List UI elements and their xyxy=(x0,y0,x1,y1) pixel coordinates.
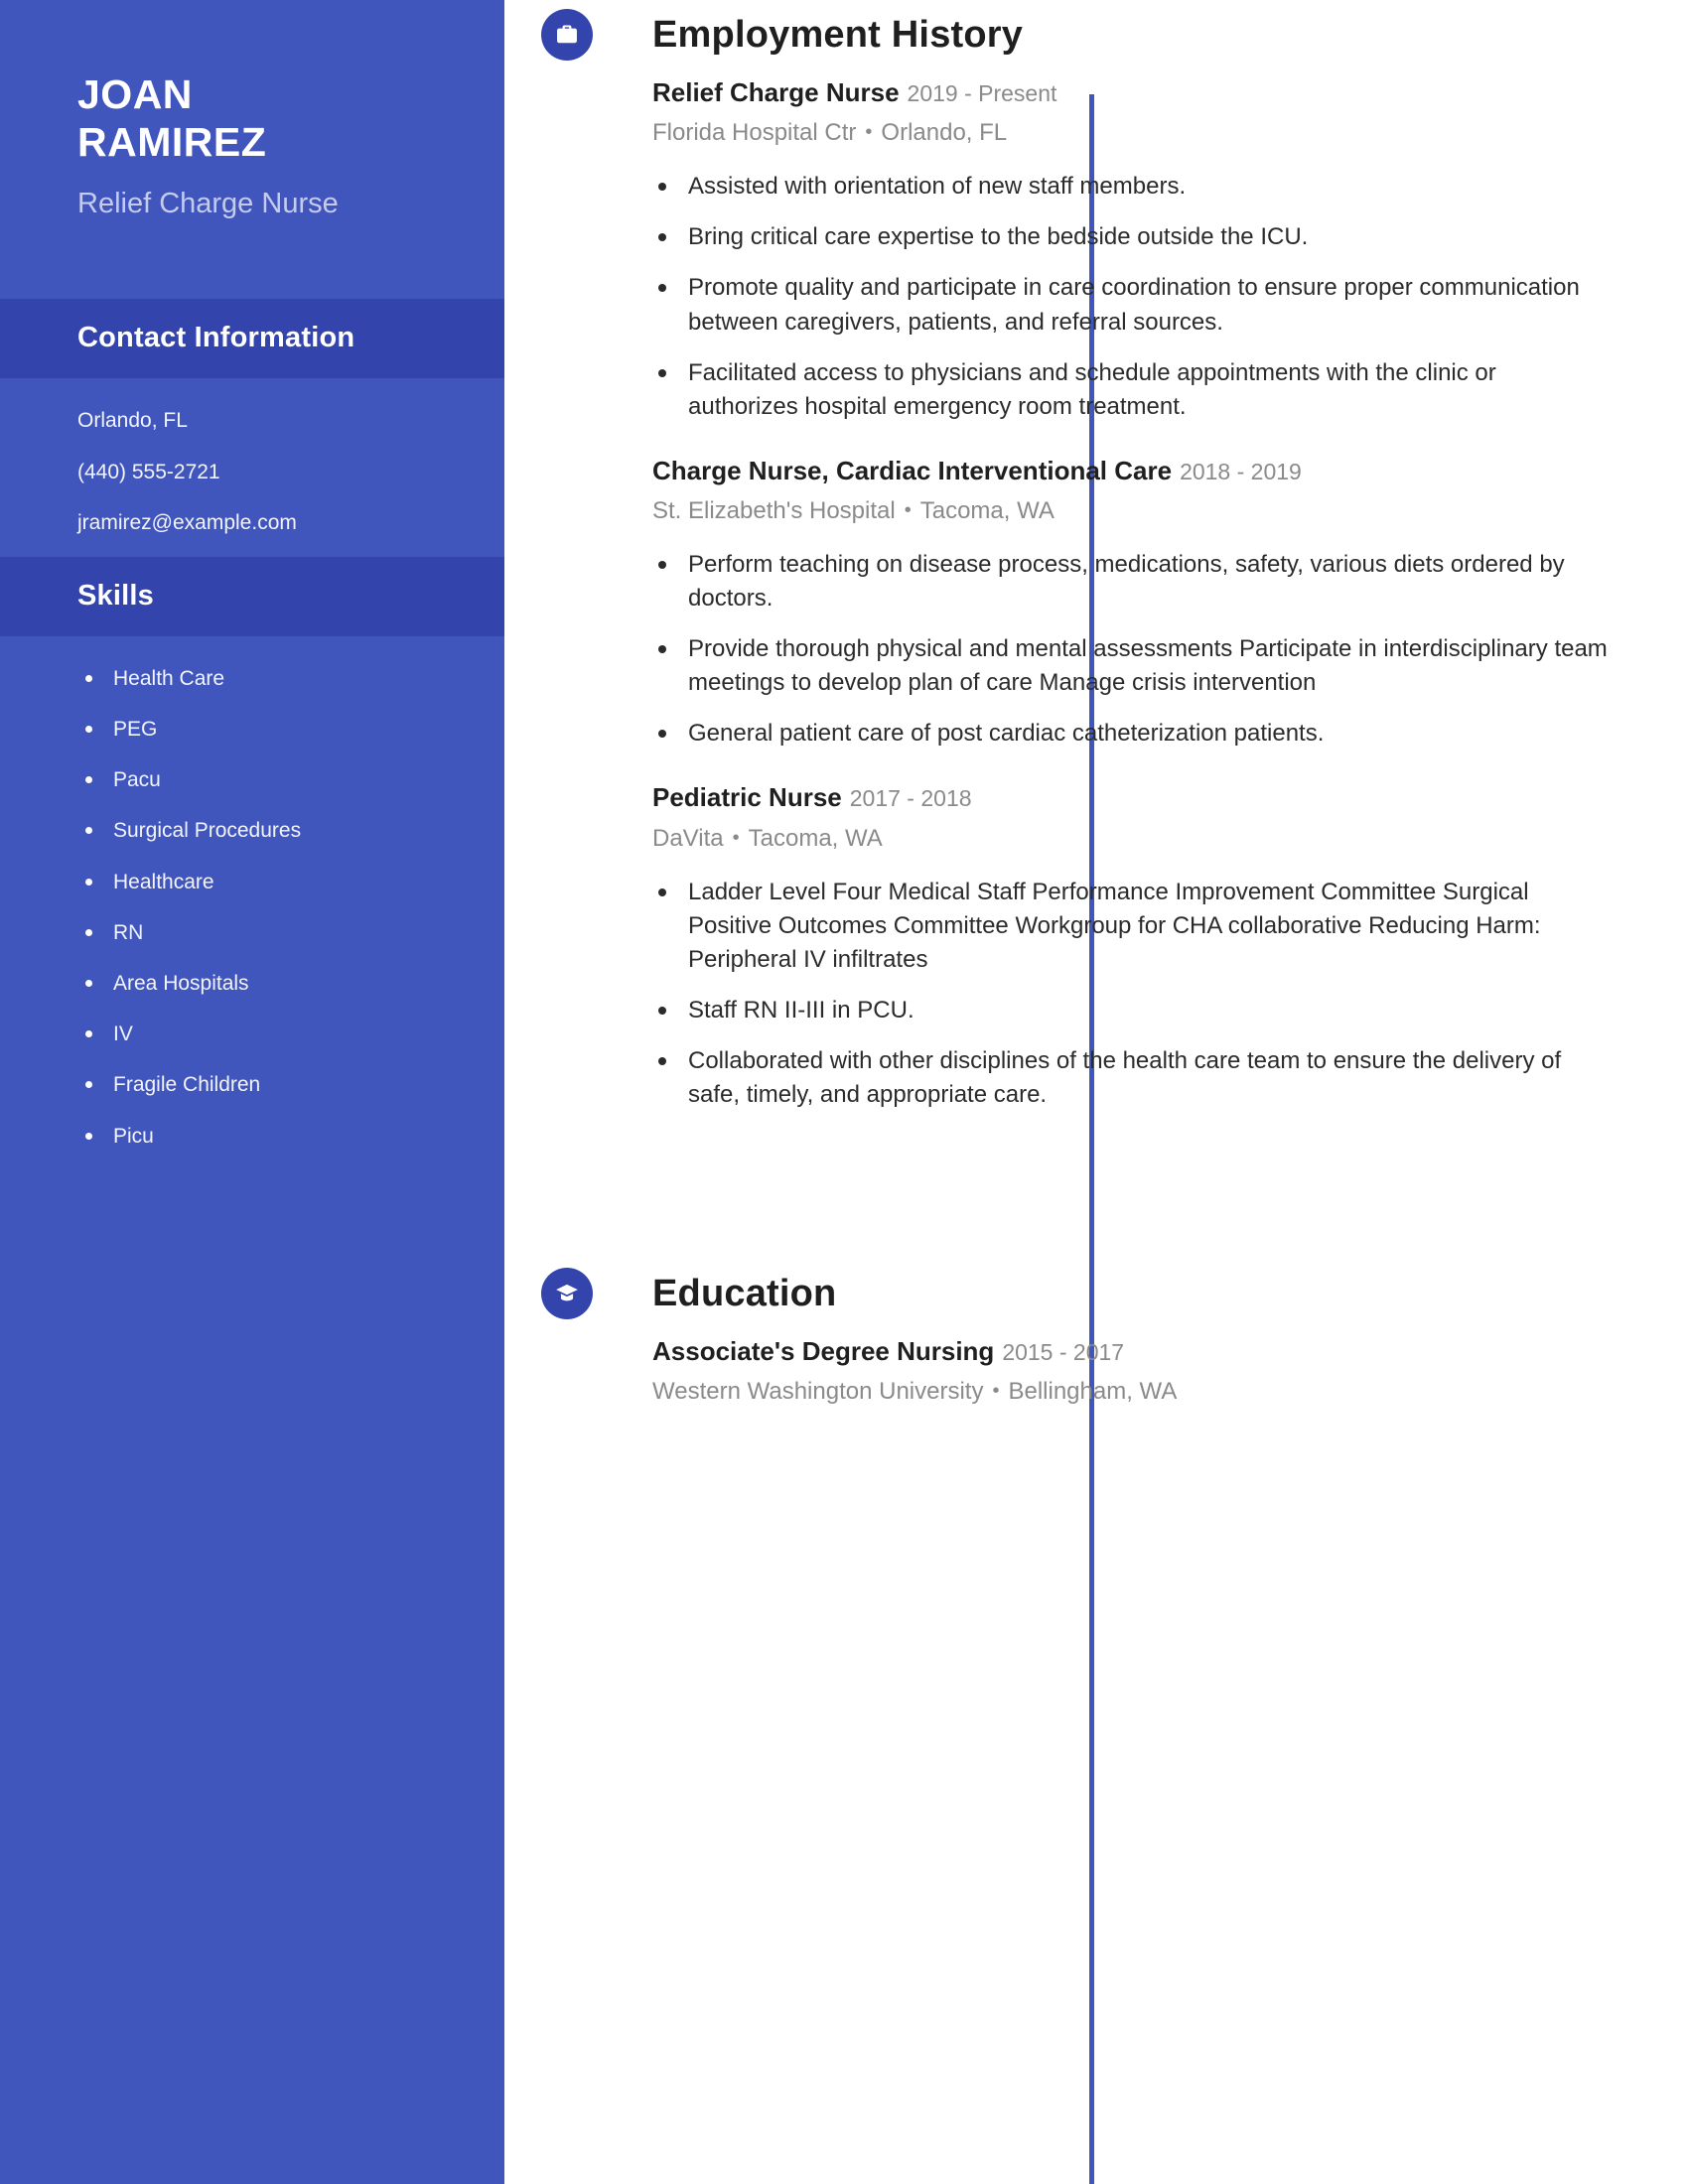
education-entry-school: Western Washington University xyxy=(652,1378,984,1406)
contact-location: Orlando, FL xyxy=(77,409,188,433)
employment-entry-title-row: Pediatric Nurse 2017 - 2018 xyxy=(652,780,1688,815)
employment-entry-company: DaVita xyxy=(652,824,724,852)
skill-item: IV xyxy=(81,1022,427,1046)
employment-entry-bullets: Ladder Level Four Medical Staff Performa… xyxy=(652,876,1688,1112)
last-name: RAMIREZ xyxy=(77,118,267,165)
education-entries: Associate's Degree Nursing 2015 - 2017 We… xyxy=(652,1334,1688,1407)
education-entry-location: Bellingham, WA xyxy=(1008,1378,1178,1406)
graduation-cap-icon xyxy=(541,1268,593,1320)
bullet-item: Provide thorough physical and mental ass… xyxy=(652,632,1611,700)
headline-job-title: Relief Charge Nurse xyxy=(77,188,339,220)
bullet-item: Promote quality and participate in care … xyxy=(652,271,1611,339)
employment-entry-company: Florida Hospital Ctr xyxy=(652,119,857,147)
employment-entry-dates: 2018 - 2019 xyxy=(1180,458,1302,484)
employment-entry-subtitle: St. Elizabeth's Hospital • Tacoma, WA xyxy=(652,495,1688,526)
separator-dot: • xyxy=(992,1380,1000,1403)
education-entry-subtitle: Western Washington University • Bellingham… xyxy=(652,1376,1688,1407)
employment-entry: Relief Charge Nurse 2019 - Present Florid… xyxy=(652,75,1688,424)
employment-entry-location: Tacoma, WA xyxy=(919,496,1055,524)
skill-item: Fragile Children xyxy=(81,1072,427,1097)
skill-item: Pacu xyxy=(81,767,427,792)
employment-heading: Employment History xyxy=(652,13,1024,56)
bullet-item: Perform teaching on disease process, med… xyxy=(652,548,1611,615)
bullet-item: Collaborated with other disciplines of t… xyxy=(652,1044,1611,1112)
employment-history-section: Employment History Relief Charge Nurse 20… xyxy=(541,0,1688,1112)
employment-entry-title: Pediatric Nurse xyxy=(652,782,842,813)
education-section-header: Education xyxy=(541,1259,1688,1328)
contact-phone[interactable]: (440) 555-2721 xyxy=(77,460,427,484)
skill-item: RN xyxy=(81,920,427,945)
education-entry: Associate's Degree Nursing 2015 - 2017 We… xyxy=(652,1334,1688,1407)
employment-entry-company: St. Elizabeth's Hospital xyxy=(652,496,896,524)
employment-entry: Charge Nurse, Cardiac Interventional Car… xyxy=(652,454,1688,751)
skills-heading: Skills xyxy=(77,579,154,612)
employment-entry-location: Tacoma, WA xyxy=(748,824,883,852)
separator-dot: • xyxy=(865,121,873,144)
main-content: Employment History Relief Charge Nurse 20… xyxy=(504,0,1688,2184)
briefcase-icon xyxy=(541,9,593,61)
contact-section-header: Contact Information xyxy=(0,299,504,379)
education-section: Education Associate's Degree Nursing 2015… xyxy=(541,1259,1688,1407)
skill-item: Area Hospitals xyxy=(81,971,427,996)
education-entry-title-row: Associate's Degree Nursing 2015 - 2017 xyxy=(652,1334,1688,1369)
employment-entry-title-row: Charge Nurse, Cardiac Interventional Car… xyxy=(652,454,1688,488)
bullet-item: Facilitated access to physicians and sch… xyxy=(652,356,1611,424)
contact-list: Orlando, FL (440) 555-2721 jramirez@exam… xyxy=(0,378,504,557)
skills-list: Health Care PEG Pacu Surgical Procedures… xyxy=(0,636,504,1149)
contact-heading: Contact Information xyxy=(77,322,355,354)
employment-entry-subtitle: Florida Hospital Ctr • Orlando, FL xyxy=(652,117,1688,148)
employment-section-header: Employment History xyxy=(541,0,1688,69)
separator-dot: • xyxy=(732,826,740,849)
skill-item: Picu xyxy=(81,1124,427,1149)
employment-entry-dates: 2019 - Present xyxy=(907,80,1057,106)
first-name: JOAN xyxy=(77,71,193,117)
employment-entry-bullets: Perform teaching on disease process, med… xyxy=(652,548,1688,751)
employment-entries: Relief Charge Nurse 2019 - Present Florid… xyxy=(652,75,1688,1112)
employment-entry-dates: 2017 - 2018 xyxy=(849,785,972,812)
resume-document: JOAN RAMIREZ Relief Charge Nurse Contact… xyxy=(0,0,1688,2184)
skill-item: Surgical Procedures xyxy=(81,818,427,843)
education-heading: Education xyxy=(652,1272,837,1314)
skill-item: Health Care xyxy=(81,666,427,691)
employment-entry-subtitle: DaVita • Tacoma, WA xyxy=(652,823,1688,854)
separator-dot: • xyxy=(904,498,912,521)
employment-entry-title: Relief Charge Nurse xyxy=(652,77,900,107)
bullet-item: Assisted with orientation of new staff m… xyxy=(652,170,1611,204)
skill-item: Healthcare xyxy=(81,870,427,894)
contact-email[interactable]: jramirez@example.com xyxy=(77,510,427,535)
employment-entry-title: Charge Nurse, Cardiac Interventional Car… xyxy=(652,455,1173,485)
education-entry-dates: 2015 - 2017 xyxy=(1002,1339,1125,1366)
bullet-item: Ladder Level Four Medical Staff Performa… xyxy=(652,876,1611,977)
skill-item: PEG xyxy=(81,717,427,742)
skills-section-header: Skills xyxy=(0,556,504,636)
employment-entry-location: Orlando, FL xyxy=(881,119,1008,147)
bullet-item: Staff RN II-III in PCU. xyxy=(652,994,1611,1027)
employment-entry-bullets: Assisted with orientation of new staff m… xyxy=(652,170,1688,423)
bullet-item: General patient care of post cardiac cat… xyxy=(652,717,1611,751)
employment-entry-title-row: Relief Charge Nurse 2019 - Present xyxy=(652,75,1688,110)
name-block: JOAN RAMIREZ Relief Charge Nurse xyxy=(0,0,504,221)
employment-entry: Pediatric Nurse 2017 - 2018 DaVita • Tacoma… xyxy=(652,780,1688,1112)
bullet-item: Bring critical care expertise to the bed… xyxy=(652,220,1611,254)
education-entry-title: Associate's Degree Nursing xyxy=(652,1336,995,1367)
sidebar: JOAN RAMIREZ Relief Charge Nurse Contact… xyxy=(0,0,504,2184)
